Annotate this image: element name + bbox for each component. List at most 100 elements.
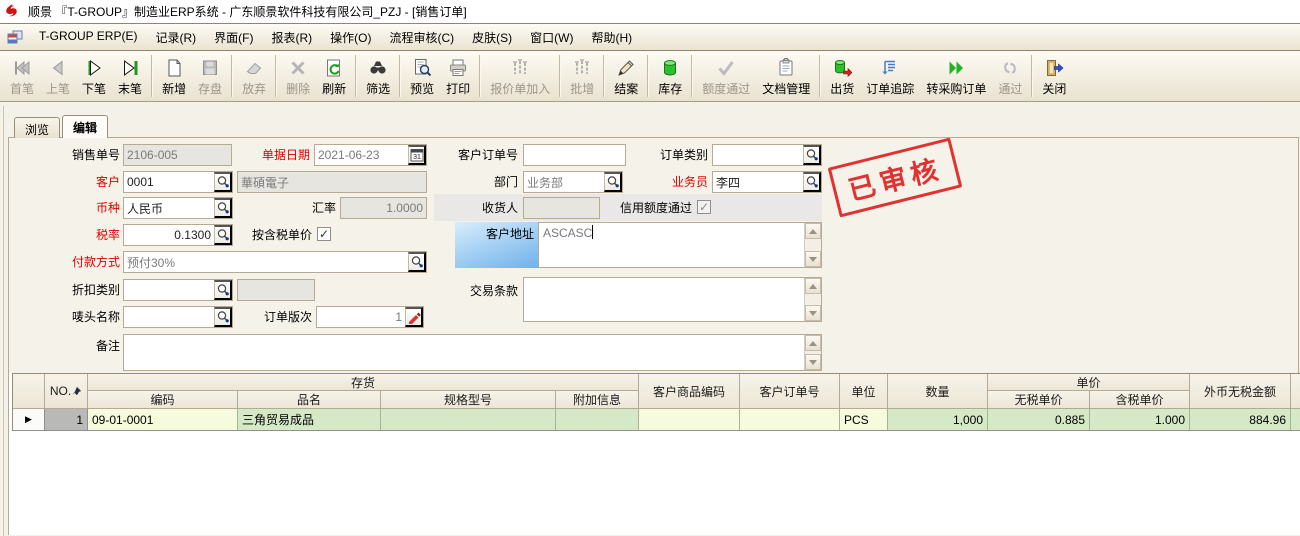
order-type-input[interactable] — [713, 145, 803, 165]
toolbar-button-next[interactable]: 下笔 — [76, 53, 112, 99]
cell-fc-amount[interactable]: 884.96 — [1190, 409, 1291, 431]
col-header-unit[interactable]: 单位 — [840, 374, 888, 409]
menu-item-3[interactable]: 报表(R) — [262, 25, 321, 50]
cell-code[interactable]: 09-01-0001 — [88, 409, 238, 431]
cell-price-no-tax[interactable]: 0.885 — [988, 409, 1090, 431]
col-header-qty[interactable]: 数量 — [888, 374, 988, 409]
cust-addr-field[interactable]: ASCASC — [538, 222, 822, 268]
col-header-extra[interactable]: 附加信息 — [556, 391, 639, 409]
toolbar-button-close[interactable]: 关闭 — [1036, 53, 1072, 99]
trade-terms-field[interactable] — [523, 277, 822, 322]
customer-code-field[interactable] — [123, 171, 233, 193]
cell-extra[interactable] — [556, 409, 639, 431]
cell-spec[interactable] — [381, 409, 556, 431]
menu-item-8[interactable]: 帮助(H) — [582, 25, 641, 50]
row-selector-cell[interactable]: ▶ — [13, 409, 45, 431]
menu-item-7[interactable]: 窗口(W) — [521, 25, 582, 50]
cell-name[interactable]: 三角贸易成品 — [238, 409, 381, 431]
toolbar-button-preview[interactable]: 预览 — [404, 53, 440, 99]
cust-order-no-input[interactable] — [524, 145, 625, 165]
toolbar-button-new[interactable]: 新增 — [156, 53, 192, 99]
credit-pass-checkbox[interactable] — [697, 200, 711, 214]
mark-name-field[interactable] — [123, 306, 233, 328]
payment-lookup-button[interactable] — [408, 252, 426, 272]
dept-lookup-button[interactable] — [604, 172, 622, 192]
payment-field[interactable] — [123, 251, 427, 273]
salesman-lookup-button[interactable] — [803, 172, 821, 192]
scroll-up-button[interactable] — [805, 223, 821, 239]
toolbar-button-to-purchase[interactable]: 转采购订单 — [920, 53, 992, 99]
tax-rate-field[interactable] — [123, 224, 233, 246]
mark-name-lookup-button[interactable] — [214, 307, 232, 327]
discount-type-field[interactable] — [123, 279, 233, 301]
menu-item-0[interactable]: T-GROUP ERP(E) — [30, 25, 146, 50]
dept-input[interactable] — [524, 172, 604, 192]
toolbar-button-order-track[interactable]: 订单追踪 — [860, 53, 920, 99]
customer-code-input[interactable] — [124, 172, 214, 192]
mark-name-input[interactable] — [124, 307, 214, 327]
order-ver-edit-button[interactable] — [405, 307, 423, 327]
menu-item-6[interactable]: 皮肤(S) — [463, 25, 521, 50]
trade-terms-text[interactable] — [524, 278, 804, 321]
salesman-field[interactable] — [712, 171, 822, 193]
cust-addr-text[interactable]: ASCASC — [539, 223, 804, 267]
menu-item-2[interactable]: 界面(F) — [205, 25, 262, 50]
discount-type-input[interactable] — [124, 280, 214, 300]
currency-lookup-button[interactable] — [214, 198, 232, 218]
menu-item-5[interactable]: 流程审核(C) — [380, 25, 463, 50]
cell-price-tax[interactable]: 1.000 — [1090, 409, 1190, 431]
col-header-code[interactable]: 编码 — [88, 391, 238, 409]
calendar-button[interactable]: 31 — [408, 145, 426, 165]
toolbar-button-inventory[interactable]: 库存 — [652, 53, 688, 99]
scroll-up-button[interactable] — [805, 335, 821, 351]
tax-rate-input[interactable] — [124, 225, 214, 245]
currency-field[interactable] — [123, 197, 233, 219]
cell-qty[interactable]: 1,000 — [888, 409, 988, 431]
order-type-field[interactable] — [712, 144, 822, 166]
currency-input[interactable] — [124, 198, 214, 218]
menu-item-1[interactable]: 记录(R) — [146, 25, 205, 50]
toolbar-button-refresh[interactable]: 刷新 — [316, 53, 352, 99]
toolbar-button-close-case[interactable]: 结案 — [608, 53, 644, 99]
col-header-price-no-tax[interactable]: 无税单价 — [988, 391, 1090, 409]
payment-input[interactable] — [124, 252, 408, 272]
scroll-down-button[interactable] — [805, 354, 821, 370]
tax-rate-lookup-button[interactable] — [214, 225, 232, 245]
toolbar-button-doc-manage[interactable]: 文档管理 — [756, 53, 816, 99]
doc-date-field[interactable]: 31 — [314, 144, 427, 166]
scroll-down-button[interactable] — [805, 251, 821, 267]
dept-field[interactable] — [523, 171, 623, 193]
cell-unit[interactable]: PCS — [840, 409, 888, 431]
discount-lookup-button[interactable] — [214, 280, 232, 300]
col-header-price-tax[interactable]: 含税单价 — [1090, 391, 1190, 409]
toolbar-button-ship[interactable]: 出货 — [824, 53, 860, 99]
cell-cust-order[interactable] — [740, 409, 840, 431]
cust-order-no-field[interactable] — [523, 144, 626, 166]
toolbar-button-print[interactable]: 打印 — [440, 53, 476, 99]
toolbar-button-filter[interactable]: 筛选 — [360, 53, 396, 99]
customer-lookup-button[interactable] — [214, 172, 232, 192]
remarks-text[interactable] — [124, 335, 804, 370]
col-header-cust-code[interactable]: 客户商品编码 — [639, 374, 740, 409]
col-header-fc-amount[interactable]: 外币无税金额 — [1190, 374, 1291, 409]
tab-browse[interactable]: 浏览 — [14, 117, 60, 138]
order-ver-input[interactable] — [317, 307, 405, 327]
tab-edit[interactable]: 编辑 — [62, 115, 108, 138]
order-type-lookup-button[interactable] — [803, 145, 821, 165]
toolbar-button-last[interactable]: 末笔 — [112, 53, 148, 99]
col-header-no[interactable]: NO. — [45, 374, 88, 409]
menu-item-4[interactable]: 操作(O) — [321, 25, 380, 50]
order-ver-field[interactable] — [316, 306, 424, 328]
col-header-spec[interactable]: 规格型号 — [381, 391, 556, 409]
remarks-field[interactable] — [123, 334, 822, 371]
tax-incl-checkbox[interactable] — [317, 227, 331, 241]
col-header-name[interactable]: 品名 — [238, 391, 381, 409]
refresh-icon — [323, 57, 345, 79]
doc-date-input[interactable] — [315, 145, 408, 165]
col-header-cust-order[interactable]: 客户订单号 — [740, 374, 840, 409]
cell-cust-code[interactable] — [639, 409, 740, 431]
cell-no[interactable]: 1 — [45, 409, 88, 431]
scroll-up-button[interactable] — [805, 278, 821, 294]
salesman-input[interactable] — [713, 172, 803, 192]
scroll-down-button[interactable] — [805, 305, 821, 321]
